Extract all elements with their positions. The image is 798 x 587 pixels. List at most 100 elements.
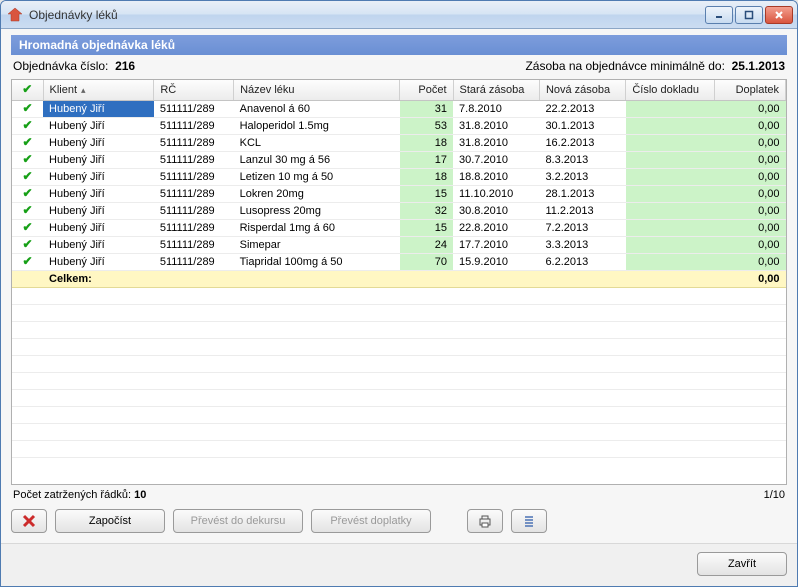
cell-stara: 18.8.2010 (453, 168, 539, 185)
cell-nazev: KCL (234, 134, 400, 151)
table-row[interactable]: ✔Hubený Jiří511111/289Letizen 10 mg á 50… (12, 168, 786, 185)
cell-nazev: Lanzul 30 mg á 56 (234, 151, 400, 168)
cell-nazev: Lusopress 20mg (234, 202, 400, 219)
cell-cislo (626, 117, 715, 134)
zavrit-button[interactable]: Zavřít (697, 552, 787, 576)
cell-klient: Hubený Jiří (43, 168, 154, 185)
cell-stara: 31.8.2010 (453, 117, 539, 134)
cell-doplatek: 0,00 (715, 202, 786, 219)
app-window: Objednávky léků Hromadná objednávka léků… (0, 0, 798, 587)
maximize-button[interactable] (735, 6, 763, 24)
table-row[interactable]: ✔Hubený Jiří511111/289Risperdal 1mg á 60… (12, 219, 786, 236)
table-row[interactable]: ✔Hubený Jiří511111/289Lanzul 30 mg á 561… (12, 151, 786, 168)
cell-cislo (626, 185, 715, 202)
cell-stara: 17.7.2010 (453, 236, 539, 253)
table-row[interactable]: ✔Hubený Jiří511111/289KCL1831.8.201016.2… (12, 134, 786, 151)
data-grid[interactable]: ✔ Klient▴ RČ Název léku Počet Stará záso… (11, 79, 787, 485)
col-pocet[interactable]: Počet (400, 80, 453, 100)
order-number: 216 (115, 59, 135, 73)
cell-pocet: 18 (400, 134, 453, 151)
cell-pocet: 18 (400, 168, 453, 185)
cell-stara: 7.8.2010 (453, 100, 539, 117)
stock-label: Zásoba na objednávce minimálně do: (525, 59, 724, 73)
table-row[interactable]: ✔Hubený Jiří511111/289Anavenol á 60317.8… (12, 100, 786, 117)
list-button[interactable] (511, 509, 547, 533)
empty-row (12, 338, 786, 355)
cell-stara: 30.8.2010 (453, 202, 539, 219)
cell-pocet: 31 (400, 100, 453, 117)
row-count-label: Počet zatržených řádků: (13, 489, 131, 501)
column-header-row[interactable]: ✔ Klient▴ RČ Název léku Počet Stará záso… (12, 80, 786, 100)
col-check[interactable]: ✔ (12, 80, 43, 100)
table-row[interactable]: ✔Hubený Jiří511111/289Lokren 20mg1511.10… (12, 185, 786, 202)
col-stara[interactable]: Stará zásoba (453, 80, 539, 100)
cell-nazev: Letizen 10 mg á 50 (234, 168, 400, 185)
col-nova[interactable]: Nová zásoba (539, 80, 625, 100)
prevest-doplatky-button[interactable]: Převést doplatky (311, 509, 431, 533)
cell-nova: 11.2.2013 (539, 202, 625, 219)
window-title: Objednávky léků (29, 8, 705, 22)
table-row[interactable]: ✔Hubený Jiří511111/289Simepar2417.7.2010… (12, 236, 786, 253)
cell-pocet: 15 (400, 185, 453, 202)
col-doplatek[interactable]: Doplatek (715, 80, 786, 100)
cell-nazev: Anavenol á 60 (234, 100, 400, 117)
cell-pocet: 70 (400, 253, 453, 270)
cell-doplatek: 0,00 (715, 253, 786, 270)
titlebar[interactable]: Objednávky léků (1, 1, 797, 29)
cell-stara: 31.8.2010 (453, 134, 539, 151)
cell-rc: 511111/289 (154, 219, 234, 236)
cell-cislo (626, 202, 715, 219)
cell-klient: Hubený Jiří (43, 100, 154, 117)
cell-nazev: Simepar (234, 236, 400, 253)
check-icon: ✔ (22, 83, 32, 95)
cell-nazev: Lokren 20mg (234, 185, 400, 202)
cell-cislo (626, 151, 715, 168)
stock-date: 25.1.2013 (732, 59, 785, 73)
cell-klient: Hubený Jiří (43, 151, 154, 168)
cell-rc: 511111/289 (154, 117, 234, 134)
empty-row (12, 440, 786, 457)
table-row[interactable]: ✔Hubený Jiří511111/289Tiapridal 100mg á … (12, 253, 786, 270)
sort-asc-icon: ▴ (81, 85, 86, 95)
total-row: Celkem:0,00 (12, 270, 786, 287)
cell-nova: 3.2.2013 (539, 168, 625, 185)
cell-rc: 511111/289 (154, 168, 234, 185)
table-row[interactable]: ✔Hubený Jiří511111/289Haloperidol 1.5mg5… (12, 117, 786, 134)
col-klient[interactable]: Klient▴ (43, 80, 154, 100)
cell-rc: 511111/289 (154, 151, 234, 168)
cell-pocet: 32 (400, 202, 453, 219)
cell-nova: 7.2.2013 (539, 219, 625, 236)
table-row[interactable]: ✔Hubený Jiří511111/289Lusopress 20mg3230… (12, 202, 786, 219)
cell-stara: 22.8.2010 (453, 219, 539, 236)
cell-doplatek: 0,00 (715, 185, 786, 202)
cell-nova: 6.2.2013 (539, 253, 625, 270)
cell-nova: 3.3.2013 (539, 236, 625, 253)
button-row: Započíst Převést do dekursu Převést dopl… (11, 503, 787, 535)
check-icon: ✔ (22, 255, 32, 267)
check-icon: ✔ (22, 238, 32, 250)
grid-body[interactable]: ✔Hubený Jiří511111/289Anavenol á 60317.8… (12, 100, 786, 457)
prevest-dekursu-button[interactable]: Převést do dekursu (173, 509, 303, 533)
delete-button[interactable] (11, 509, 47, 533)
cell-klient: Hubený Jiří (43, 134, 154, 151)
total-value: 0,00 (715, 270, 786, 287)
col-cislo[interactable]: Číslo dokladu (626, 80, 715, 100)
x-red-icon (22, 514, 36, 528)
empty-row (12, 355, 786, 372)
meta-row: Objednávka číslo: 216 Zásoba na objednáv… (11, 59, 787, 73)
check-icon: ✔ (22, 136, 32, 148)
empty-row (12, 372, 786, 389)
cell-rc: 511111/289 (154, 185, 234, 202)
print-button[interactable] (467, 509, 503, 533)
col-rc[interactable]: RČ (154, 80, 234, 100)
cell-doplatek: 0,00 (715, 236, 786, 253)
cell-klient: Hubený Jiří (43, 219, 154, 236)
cell-klient: Hubený Jiří (43, 253, 154, 270)
col-nazev[interactable]: Název léku (234, 80, 400, 100)
cell-pocet: 24 (400, 236, 453, 253)
minimize-button[interactable] (705, 6, 733, 24)
cell-nazev: Tiapridal 100mg á 50 (234, 253, 400, 270)
cell-cislo (626, 100, 715, 117)
close-window-button[interactable] (765, 6, 793, 24)
zapocist-button[interactable]: Započíst (55, 509, 165, 533)
